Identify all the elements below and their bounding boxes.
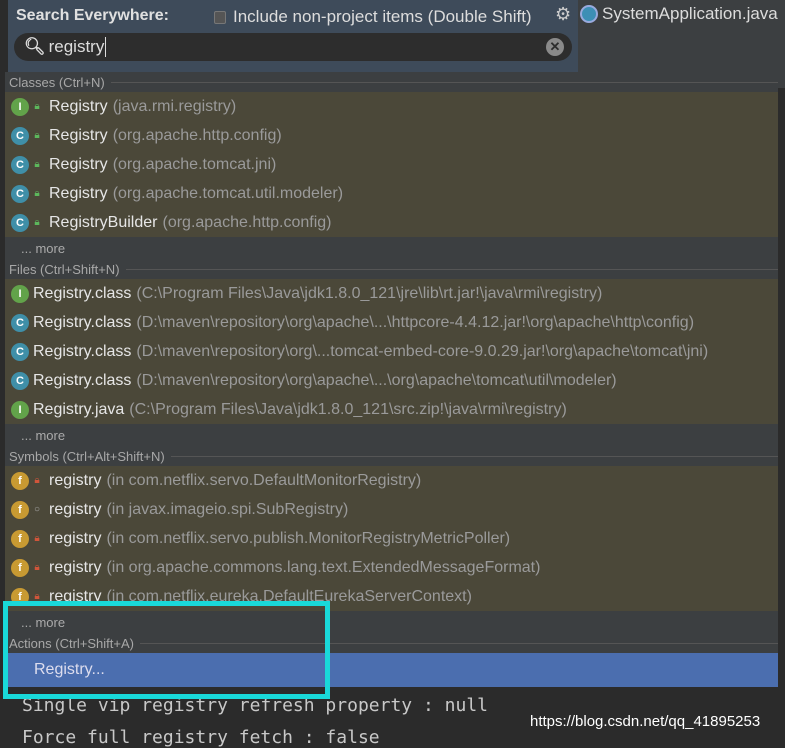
more-link[interactable]: ... more [5, 424, 778, 446]
item-context: (org.apache.tomcat.jni) [112, 155, 277, 173]
item-context: (java.rmi.registry) [112, 97, 237, 115]
item-name: registry [49, 558, 102, 576]
search-input[interactable]: 🔍︎ registry ✕ [14, 33, 572, 61]
java-class-icon [580, 5, 598, 23]
interface-icon: I [11, 97, 29, 116]
item-name: registry [49, 500, 102, 518]
class-icon: C [11, 126, 29, 145]
clear-icon[interactable]: ✕ [546, 38, 564, 56]
item-name: Registry.class [33, 342, 132, 360]
list-item[interactable]: I Registry.java (C:\Program Files\Java\jdk… [5, 395, 778, 424]
list-item[interactable]: C Registry.class (D:\maven\repository\org\… [5, 308, 778, 337]
search-query[interactable]: registry [49, 37, 105, 57]
class-icon: C [11, 213, 29, 232]
section-header: Classes (Ctrl+N) [5, 72, 778, 92]
list-item[interactable]: C Registry.class (D:\maven\repository\org\… [5, 366, 778, 395]
item-name: RegistryBuilder [49, 213, 158, 231]
item-name: Registry.class [33, 284, 132, 302]
field-icon: f [11, 558, 29, 577]
item-name: registry [49, 471, 102, 489]
console-line: Force full registry fetch : false [22, 727, 380, 748]
item-name: Registry [49, 126, 108, 144]
class-icon: C [11, 342, 29, 361]
lock-icon: 🔒︎ [34, 475, 40, 486]
list-item[interactable]: f 🔒︎ registry (in org.apache.commons.lang.t… [5, 553, 778, 582]
search-icon: 🔍︎ [24, 37, 46, 56]
list-item[interactable]: C 🔒︎ Registry (org.apache.http.config) [5, 121, 778, 150]
item-context: (D:\maven\repository\org\apache\...\org\… [136, 371, 617, 389]
item-context: (C:\Program Files\Java\jdk1.8.0_121\src.… [129, 400, 567, 418]
list-item[interactable]: f 🔒︎ registry (in com.netflix.servo.Default… [5, 466, 778, 495]
results-list: Classes (Ctrl+N) I 🔒︎ Registry (java.rmi.reg… [5, 72, 778, 687]
class-icon: C [11, 155, 29, 174]
lock-icon: 🔒︎ [34, 562, 40, 573]
item-context: (org.apache.tomcat.util.modeler) [112, 184, 344, 202]
include-non-project-checkbox[interactable]: Include non-project items (Double Shift) [214, 7, 532, 27]
item-name: Registry [49, 184, 108, 202]
field-icon: f [11, 529, 29, 548]
item-context: (in com.netflix.servo.DefaultMonitorRegi… [106, 471, 422, 489]
unlock-icon: 🔒︎ [34, 159, 40, 170]
item-name: Registry.class [33, 313, 132, 331]
section-header: Symbols (Ctrl+Alt+Shift+N) [5, 446, 778, 466]
more-link[interactable]: ... more [5, 237, 778, 259]
interface-icon: I [11, 400, 29, 419]
unlock-icon: 🔒︎ [34, 188, 40, 199]
class-icon: C [11, 313, 29, 332]
class-icon: C [11, 371, 29, 390]
list-item[interactable]: C Registry.class (D:\maven\repository\org\… [5, 337, 778, 366]
item-context: (in com.netflix.servo.publish.MonitorReg… [106, 529, 511, 547]
editor-tab[interactable]: SystemApplication.java [580, 4, 778, 24]
list-item[interactable]: C 🔒︎ Registry (org.apache.tomcat.util.model… [5, 179, 778, 208]
item-name: registry [49, 529, 102, 547]
item-context: (in org.apache.commons.lang.text.Extende… [106, 558, 541, 576]
list-item[interactable]: f ○ registry (in javax.imageio.spi.SubRegis… [5, 495, 778, 524]
checkbox-icon[interactable] [214, 10, 226, 24]
item-context: (in javax.imageio.spi.SubRegistry) [106, 500, 349, 518]
package-icon: ○ [33, 504, 41, 515]
search-title: Search Everywhere: [16, 7, 169, 24]
item-context: (D:\maven\repository\org\apache\...\http… [136, 313, 695, 331]
unlock-icon: 🔒︎ [34, 101, 40, 112]
item-name: Registry.java [33, 400, 125, 418]
highlight-box [3, 601, 330, 699]
class-icon: C [11, 184, 29, 203]
editor-tab-label: SystemApplication.java [602, 4, 778, 23]
section-header: Files (Ctrl+Shift+N) [5, 259, 778, 279]
list-item[interactable]: C 🔒︎ RegistryBuilder (org.apache.http.confi… [5, 208, 778, 237]
list-item[interactable]: f 🔒︎ registry (in com.netflix.servo.publish… [5, 524, 778, 553]
item-context: (D:\maven\repository\org\...tomcat-embed… [136, 342, 709, 360]
text-caret [105, 37, 107, 57]
item-name: Registry [49, 97, 108, 115]
list-item[interactable]: C 🔒︎ Registry (org.apache.tomcat.jni) [5, 150, 778, 179]
lock-icon: 🔒︎ [34, 533, 40, 544]
checkbox-label: Include non-project items (Double Shift) [233, 7, 532, 26]
item-context: (C:\Program Files\Java\jdk1.8.0_121\jre\… [136, 284, 603, 302]
gear-icon[interactable]: ⚙ [555, 4, 571, 25]
unlock-icon: 🔒︎ [34, 130, 40, 141]
interface-icon: I [11, 284, 29, 303]
list-item[interactable]: I Registry.class (C:\Program Files\Java\jd… [5, 279, 778, 308]
item-context: (org.apache.http.config) [112, 126, 282, 144]
item-name: Registry.class [33, 371, 132, 389]
list-item[interactable]: I 🔒︎ Registry (java.rmi.registry) [5, 92, 778, 121]
item-context: (org.apache.http.config) [162, 213, 332, 231]
item-name: Registry [49, 155, 108, 173]
watermark: https://blog.csdn.net/qq_41895253 [530, 713, 761, 730]
unlock-icon: 🔒︎ [34, 217, 40, 228]
search-header: Search Everywhere: Include non-project i… [8, 0, 578, 72]
field-icon: f [11, 500, 29, 519]
field-icon: f [11, 471, 29, 490]
